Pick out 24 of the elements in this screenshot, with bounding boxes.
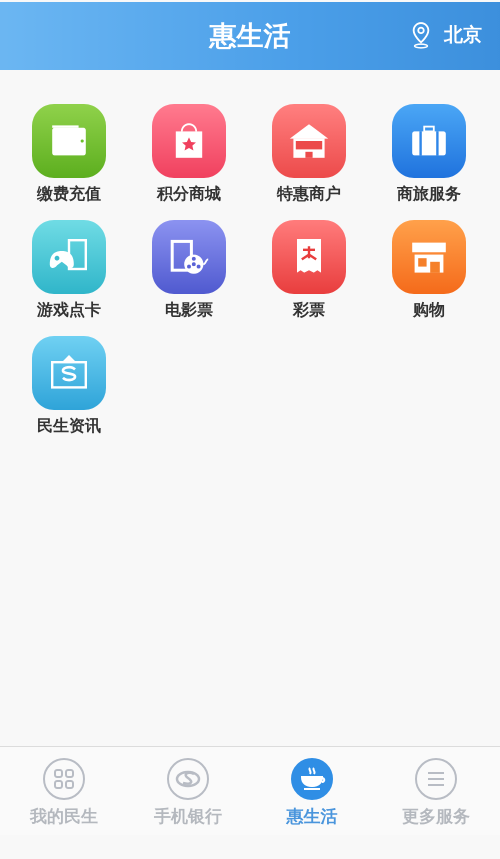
- service-item[interactable]: 游戏点卡: [9, 220, 129, 321]
- menu-icon: [414, 757, 458, 801]
- coffee-cup-icon: [290, 757, 334, 801]
- service-item[interactable]: 积分商城: [129, 104, 249, 205]
- grid-icon: [42, 757, 86, 801]
- location-pin-icon: [410, 20, 432, 50]
- service-item[interactable]: 彩票: [249, 220, 369, 321]
- film-reel-icon: [152, 220, 226, 294]
- service-item[interactable]: 购物: [369, 220, 489, 321]
- ticket-icon: [272, 220, 346, 294]
- wallet-icon: [32, 104, 106, 178]
- bank-logo-icon: [166, 757, 210, 801]
- framed-sign-icon: [32, 336, 106, 410]
- service-item[interactable]: 民生资讯: [9, 336, 129, 437]
- store-icon: [272, 104, 346, 178]
- suitcase-icon: [392, 104, 466, 178]
- service-item[interactable]: 电影票: [129, 220, 249, 321]
- shop-front-icon: [392, 220, 466, 294]
- page-title: 惠生活: [210, 20, 290, 54]
- service-item[interactable]: 缴费充值: [9, 104, 129, 205]
- service-item[interactable]: 商旅服务: [369, 104, 489, 205]
- gamepad-icon: [32, 220, 106, 294]
- shopping-bag-icon: [152, 104, 226, 178]
- service-item[interactable]: 特惠商户: [249, 104, 369, 205]
